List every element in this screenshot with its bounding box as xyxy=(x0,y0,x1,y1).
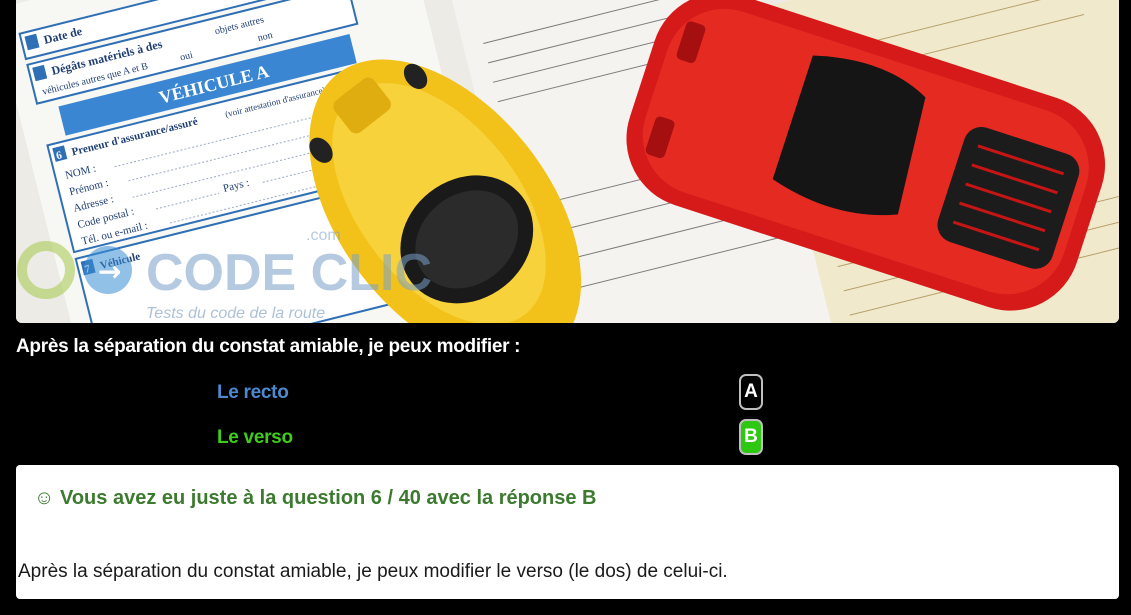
answer-option-b[interactable]: Le verso B xyxy=(0,419,1131,459)
answer-option-a[interactable]: Le recto A xyxy=(0,374,1131,414)
answer-label-a: Le recto xyxy=(217,382,289,403)
question-text: Après la séparation du constat amiable, … xyxy=(16,336,521,357)
result-explanation: Après la séparation du constat amiable, … xyxy=(18,561,728,582)
svg-text:→: → xyxy=(98,255,121,288)
watermark-domain: .com xyxy=(306,227,341,244)
watermark-brand: CODE CLIC xyxy=(146,244,432,302)
question-photo: Date de Dégâts matériels à des véhicules… xyxy=(16,0,1119,323)
watermark-tagline: Tests du code de la route xyxy=(146,305,325,322)
result-title: ☺ Vous avez eu juste à la question 6 / 4… xyxy=(34,487,597,509)
result-panel: ☺ Vous avez eu juste à la question 6 / 4… xyxy=(16,465,1119,599)
answer-key-b[interactable]: B xyxy=(739,419,763,455)
answer-key-a[interactable]: A xyxy=(739,374,763,410)
answer-label-b: Le verso xyxy=(217,427,293,448)
